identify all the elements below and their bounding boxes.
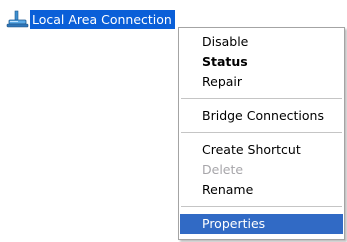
- menu-separator: [181, 132, 342, 133]
- desktop-area: Local Area Connection Disable Status Rep…: [0, 0, 347, 242]
- menu-item-bridge-connections[interactable]: Bridge Connections: [180, 106, 343, 126]
- local-area-connection-item[interactable]: Local Area Connection: [6, 9, 175, 29]
- menu-item-status[interactable]: Status: [180, 52, 343, 72]
- menu-item-delete: Delete: [202, 162, 244, 177]
- context-menu: Disable Status Repair Bridge Connections…: [178, 27, 345, 240]
- menu-separator: [181, 206, 342, 207]
- menu-item-repair[interactable]: Repair: [180, 72, 343, 92]
- menu-item-rename[interactable]: Rename: [180, 180, 343, 200]
- menu-item-properties[interactable]: Properties: [180, 214, 343, 234]
- menu-item-disable[interactable]: Disable: [180, 32, 343, 52]
- menu-separator: [181, 98, 342, 99]
- network-connection-icon: [6, 9, 30, 29]
- connection-label: Local Area Connection: [30, 9, 175, 29]
- menu-item-create-shortcut[interactable]: Create Shortcut: [180, 140, 343, 160]
